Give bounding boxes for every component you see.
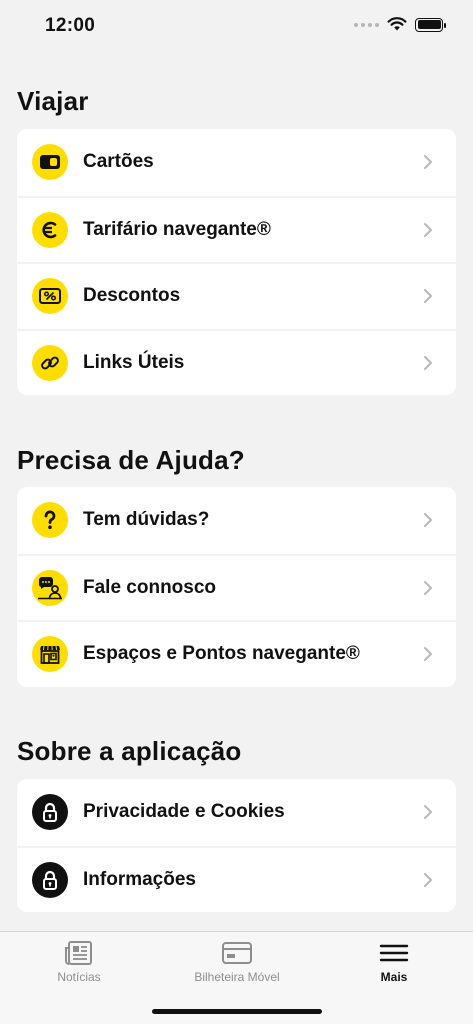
chevron-right-icon — [418, 510, 438, 530]
menu-item-label: Tarifário navegante® — [83, 218, 271, 240]
ticket-card-icon — [222, 942, 252, 964]
wifi-icon — [387, 17, 407, 31]
menu-icon — [379, 944, 409, 962]
menu-item-informacoes[interactable]: Informações — [17, 845, 456, 913]
chevron-right-icon — [418, 644, 438, 664]
menu-item-label: Descontos — [83, 285, 181, 307]
menu-item-tarifario[interactable]: Tarifário navegante® — [17, 195, 456, 263]
menu-item-label: Cartões — [83, 151, 154, 173]
tab-label: Notícias — [57, 970, 101, 984]
menu-item-label: Privacidade e Cookies — [83, 801, 285, 823]
status-time: 12:00 — [45, 15, 96, 36]
menu-item-label: Informações — [83, 868, 196, 890]
menu-item-descontos[interactable]: Descontos — [17, 262, 456, 329]
tab-bilheteira-movel[interactable]: Bilheteira Móvel — [158, 940, 316, 992]
menu-item-label: Links Úteis — [83, 351, 185, 373]
menu-item-cartoes[interactable]: Cartões — [17, 129, 456, 196]
link-icon — [32, 344, 68, 381]
section-title-viajar: Viajar — [17, 86, 89, 116]
chevron-right-icon — [418, 286, 438, 306]
chevron-right-icon — [418, 353, 438, 373]
menu-item-label: Espaços e Pontos navegante® — [83, 643, 360, 665]
tab-label: Mais — [380, 970, 408, 984]
question-icon — [32, 502, 68, 539]
home-indicator — [152, 1009, 322, 1014]
battery-icon — [415, 17, 446, 32]
chevron-right-icon — [418, 870, 438, 890]
chevron-right-icon — [418, 220, 438, 240]
menu-item-label: Tem dúvidas? — [83, 509, 210, 531]
store-icon — [32, 636, 68, 673]
menu-item-label: Fale connosco — [83, 576, 217, 598]
newspaper-icon — [65, 941, 92, 965]
signal-icon — [354, 22, 379, 27]
section-card-ajuda: Tem dúvidas? Fale connosco Espaços e Pon… — [17, 487, 456, 687]
lock-icon — [32, 861, 68, 898]
menu-item-tem-duvidas[interactable]: Tem dúvidas? — [17, 487, 456, 554]
euro-icon — [32, 211, 68, 248]
chevron-right-icon — [418, 578, 438, 598]
chat-person-icon — [32, 569, 68, 606]
card-icon — [32, 144, 68, 181]
lock-icon — [32, 794, 68, 831]
menu-item-espacos-pontos[interactable]: Espaços e Pontos navegante® — [17, 620, 456, 687]
menu-item-fale-connosco[interactable]: Fale connosco — [17, 553, 456, 621]
tab-label: Bilheteira Móvel — [194, 970, 280, 984]
status-icons — [354, 17, 446, 32]
section-title-sobre: Sobre a aplicação — [17, 736, 242, 766]
chevron-right-icon — [418, 152, 438, 172]
chevron-right-icon — [418, 802, 438, 822]
discount-icon — [32, 278, 68, 315]
status-bar: 12:00 — [0, 0, 473, 56]
tab-noticias[interactable]: Notícias — [0, 940, 158, 992]
section-title-ajuda: Precisa de Ajuda? — [17, 445, 245, 475]
menu-item-links-uteis[interactable]: Links Úteis — [17, 328, 456, 396]
section-card-sobre: Privacidade e Cookies Informações — [17, 779, 456, 912]
section-card-viajar: Cartões Tarifário navegante® Descontos L… — [17, 129, 456, 395]
tab-mais[interactable]: Mais — [315, 940, 473, 992]
menu-item-privacidade[interactable]: Privacidade e Cookies — [17, 779, 456, 846]
